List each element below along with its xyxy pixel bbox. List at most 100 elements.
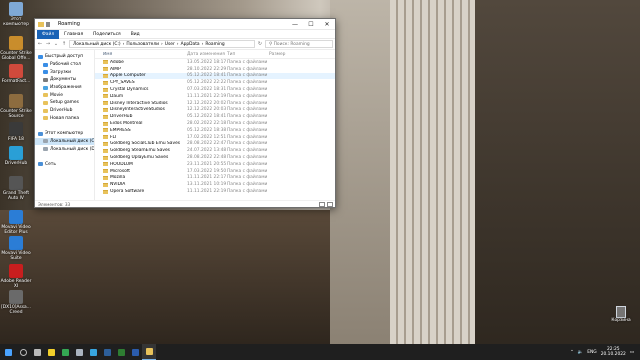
- taskbar-button[interactable]: [142, 344, 156, 360]
- taskbar-button[interactable]: [114, 344, 128, 360]
- address-bar[interactable]: Локальный диск (C:) › Пользователи › User ›…: [69, 40, 255, 48]
- tab-share[interactable]: Поделиться: [88, 32, 126, 37]
- close-button[interactable]: ✕: [319, 21, 335, 28]
- wallpaper-building-right: [475, 0, 640, 352]
- file-name: AIMP: [110, 66, 121, 72]
- file-row[interactable]: AIMP 28.10.2022 22:29 Папка с файлами: [95, 66, 335, 73]
- desktop-icon-label: Movavi Video Suite: [1, 251, 31, 261]
- nav-item[interactable]: Рабочий стол: [35, 61, 94, 69]
- forward-arrow-icon[interactable]: →: [45, 41, 51, 47]
- css-icon: [9, 94, 23, 108]
- desktop-icon[interactable]: Grand Theft Auto IV: [0, 176, 32, 201]
- desktop-icon[interactable]: FIFA 18: [0, 122, 32, 142]
- recent-chevron-icon[interactable]: ⌄: [53, 41, 59, 47]
- breadcrumb-user[interactable]: User: [165, 42, 175, 47]
- up-arrow-icon[interactable]: ↑: [61, 41, 67, 47]
- nav-item-icon: [43, 108, 48, 113]
- desktop-icon[interactable]: Movavi Video Suite: [0, 236, 32, 261]
- nav-item[interactable]: Новая папка: [35, 115, 94, 123]
- language-indicator[interactable]: ENG: [587, 350, 596, 355]
- nav-item[interactable]: DriverHub: [35, 107, 94, 115]
- desktop-icon[interactable]: Counter Strike Global Offe...: [0, 36, 32, 61]
- file-row[interactable]: Opera Software 11.11.2021 22:19 Папка с фа…: [95, 188, 335, 195]
- nav-item[interactable]: Setup games: [35, 99, 94, 107]
- breadcrumb-roaming[interactable]: Roaming: [205, 42, 224, 47]
- file-row[interactable]: CPY_SAVES 05.12.2022 22:22 Папка с файлами: [95, 79, 335, 86]
- desktop-icon[interactable]: Этот компьютер: [0, 2, 32, 27]
- desktop-icon[interactable]: DriverHub: [0, 146, 32, 166]
- details-view-icon[interactable]: [319, 202, 325, 207]
- recycle-bin[interactable]: Корзина: [610, 306, 632, 323]
- taskbar-button[interactable]: [58, 344, 72, 360]
- file-row[interactable]: Adobe 13.05.2022 18:17 Папка с файлами: [95, 59, 335, 66]
- nav-item[interactable]: Сеть: [35, 161, 94, 169]
- file-row[interactable]: Daum 11.11.2021 22:19 Папка с файлами: [95, 93, 335, 100]
- title-bar[interactable]: Roaming — ☐ ✕: [35, 19, 335, 30]
- desktop-icon[interactable]: [DX10]Assa... Creed: [0, 290, 32, 315]
- breadcrumb-appdata[interactable]: AppData: [181, 42, 200, 47]
- taskbar-button[interactable]: [16, 344, 30, 360]
- desktop-icon-label: FormatFact...: [1, 79, 31, 84]
- nav-item[interactable]: Изображения: [35, 84, 94, 92]
- file-row[interactable]: NVIDIA 13.11.2021 10:19 Папка с файлами: [95, 181, 335, 188]
- clock[interactable]: 22:25 20.10.2022: [601, 347, 626, 357]
- maximize-button[interactable]: ☐: [303, 21, 319, 28]
- taskbar-button[interactable]: [30, 344, 44, 360]
- file-row[interactable]: EMPRESS 05.12.2022 18:38 Папка с файлами: [95, 127, 335, 134]
- file-row[interactable]: Mozilla 11.11.2021 22:17 Папка с файлами: [95, 175, 335, 182]
- large-icons-view-icon[interactable]: [327, 202, 333, 207]
- file-row[interactable]: Crystal Dynamics 07.03.2022 18:31 Папка с …: [95, 86, 335, 93]
- nav-item[interactable]: Этот компьютер: [35, 130, 94, 138]
- file-name-cell: Daum: [95, 94, 187, 99]
- file-explorer-window[interactable]: Roaming — ☐ ✕ Файл Главная Поделиться Ви…: [34, 18, 336, 208]
- nav-item[interactable]: Movie: [35, 91, 94, 99]
- search-input[interactable]: ⚲ Поиск: Roaming: [265, 40, 333, 48]
- tab-home[interactable]: Главная: [59, 32, 88, 37]
- column-date[interactable]: Дата изменения: [187, 52, 227, 57]
- desktop-icon[interactable]: Movavi Video Editor Plus: [0, 210, 32, 235]
- nav-item[interactable]: Локальный диск (D:): [35, 145, 94, 153]
- minimize-button[interactable]: —: [287, 21, 303, 28]
- column-name[interactable]: Имя: [95, 52, 187, 57]
- file-row[interactable]: DriverHub 05.12.2022 18:41 Папка с файлами: [95, 113, 335, 120]
- file-row[interactable]: Eidos Montreal 28.02.2022 22:18 Папка с фа…: [95, 120, 335, 127]
- taskbar-button[interactable]: [72, 344, 86, 360]
- file-name: Goldberg UplayEmu Saves: [110, 155, 169, 161]
- file-row[interactable]: DisneyInteractiveStudios 12.12.2022 20:03…: [95, 107, 335, 114]
- refresh-icon[interactable]: ↻: [257, 41, 263, 47]
- file-row[interactable]: Goldberg UplayEmu Saves 28.08.2022 22:48 П…: [95, 154, 335, 161]
- tab-file[interactable]: Файл: [37, 29, 60, 39]
- file-row[interactable]: FLT 17.02.2022 12:51 Папка с файлами: [95, 134, 335, 141]
- nav-item[interactable]: Локальный диск (C:): [35, 137, 94, 146]
- nav-item[interactable]: Быстрый доступ: [35, 53, 94, 61]
- nav-item[interactable]: Документы: [35, 76, 94, 84]
- tab-view[interactable]: Вид: [126, 32, 145, 37]
- taskbar-button[interactable]: [44, 344, 58, 360]
- file-row[interactable]: Apple Computer 05.12.2022 18:41 Папка с фа…: [95, 72, 335, 80]
- column-size[interactable]: Размер: [269, 52, 299, 57]
- taskbar-button[interactable]: [128, 344, 142, 360]
- notifications-icon[interactable]: ▭: [630, 350, 634, 355]
- taskbar-button[interactable]: [100, 344, 114, 360]
- tray-chevron-icon[interactable]: ⌃: [570, 350, 574, 355]
- nav-item-icon: [38, 54, 43, 59]
- nav-item[interactable]: Загрузки: [35, 68, 94, 76]
- ribbon-tabs: Файл Главная Поделиться Вид: [35, 29, 335, 39]
- desktop-icon[interactable]: FormatFact...: [0, 64, 32, 84]
- desktop-icon[interactable]: Counter Strike Source: [0, 94, 32, 119]
- file-row[interactable]: Goldberg SteamEmu Saves 24.07.2022 13:48 П…: [95, 147, 335, 154]
- column-type[interactable]: Тип: [227, 52, 269, 57]
- file-row[interactable]: Goldberg SocialClub Emu Saves 28.08.2022 …: [95, 141, 335, 148]
- back-arrow-icon[interactable]: ←: [37, 41, 43, 47]
- file-row[interactable]: Microsoft 17.03.2022 19:50 Папка с файлами: [95, 168, 335, 175]
- taskbar-button[interactable]: [86, 344, 100, 360]
- breadcrumb-users[interactable]: Пользователи: [126, 42, 159, 47]
- file-name: Eidos Montreal: [110, 121, 143, 127]
- breadcrumb-drive[interactable]: Локальный диск (C:): [73, 42, 121, 47]
- taskbar-button[interactable]: [0, 344, 16, 360]
- quick-access-toolbar-icon[interactable]: [46, 21, 50, 27]
- file-row[interactable]: Disney Interactive Studios 12.12.2022 20:…: [95, 100, 335, 107]
- volume-icon[interactable]: 🔈: [578, 350, 583, 355]
- desktop-icon[interactable]: Adobe Reader XI: [0, 264, 32, 289]
- file-row[interactable]: HOODLUM 23.11.2021 20:55 Папка с файлами: [95, 161, 335, 168]
